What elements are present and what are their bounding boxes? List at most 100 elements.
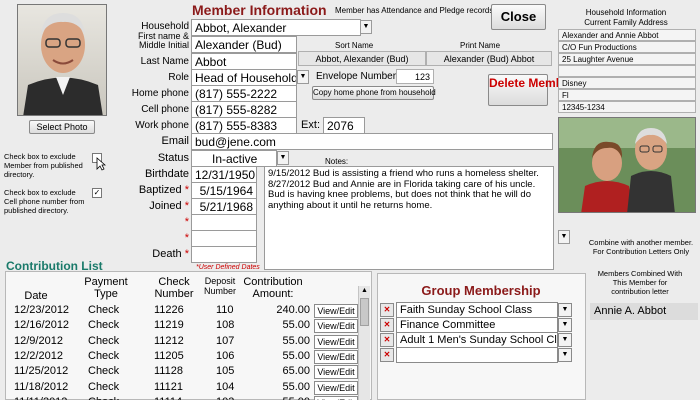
exclude-member-label: Check box to exclude Member from publish…	[4, 152, 83, 179]
scroll-thumb[interactable]	[360, 298, 369, 326]
first-name-label: First name & Middle Initial	[137, 31, 189, 50]
cell-deposit: 110	[216, 304, 234, 316]
view-edit-button[interactable]: View/Edit	[314, 395, 358, 400]
custom-date-2-field[interactable]	[191, 230, 257, 247]
cell-phone-field[interactable]: (817) 555-8282	[191, 101, 297, 118]
joined-field[interactable]: 5/21/1968	[191, 198, 257, 215]
delete-member-button[interactable]: Delete Member	[488, 74, 574, 106]
work-phone-label: Work phone	[135, 120, 189, 131]
baptized-field[interactable]: 5/15/1964	[191, 182, 257, 199]
chevron-down-icon[interactable]: ▼	[558, 318, 572, 332]
group-select[interactable]: Finance Committee	[396, 317, 558, 333]
household-address-line-3: 25 Laughter Avenue	[558, 53, 696, 65]
last-name-label: Last Name	[140, 56, 189, 67]
view-edit-button[interactable]: View/Edit	[314, 319, 358, 334]
table-row: 12/9/2012 Check 11212 107 55.00 View/Edit	[6, 334, 358, 350]
chevron-down-icon[interactable]: ▼	[277, 151, 289, 165]
view-edit-button[interactable]: View/Edit	[314, 365, 358, 380]
household-select[interactable]: Abbot, Alexander	[191, 19, 361, 36]
baptized-label: Baptized *	[115, 184, 189, 196]
view-edit-button[interactable]: View/Edit	[314, 304, 358, 318]
col-payment-type: Payment Type	[84, 276, 128, 300]
chevron-down-icon[interactable]: ▼	[558, 303, 572, 317]
select-photo-button[interactable]: Select Photo	[29, 120, 95, 134]
remove-group-icon[interactable]: ✕	[380, 318, 394, 332]
baptized-text: Baptized	[138, 184, 182, 196]
email-field[interactable]: bud@jene.com	[191, 133, 553, 150]
cell-amount: 65.00	[282, 365, 310, 378]
combined-member-item[interactable]: Annie A. Abbot	[590, 303, 698, 320]
cell-phone-label: Cell phone	[141, 104, 189, 115]
home-phone-field[interactable]: (817) 555-2222	[191, 85, 297, 102]
chevron-down-icon[interactable]: ▼	[297, 70, 309, 84]
combine-dropdown[interactable]: ▼	[558, 230, 570, 244]
scroll-up-icon[interactable]: ▲	[359, 286, 370, 296]
cell-deposit: 103	[216, 396, 234, 400]
household-address-line-5: Disney	[558, 77, 696, 89]
cell-deposit: 104	[216, 380, 235, 393]
remove-group-icon[interactable]: ✕	[380, 348, 394, 362]
chevron-down-icon[interactable]: ▼	[558, 333, 572, 347]
cell-payment-type: Check	[88, 319, 120, 332]
table-row: 11/11/2012 Check 11114 103 55.00 View/Edit	[6, 395, 358, 400]
birthdate-field[interactable]: 12/31/1950	[191, 166, 257, 183]
work-phone-field[interactable]: (817) 555-8383	[191, 117, 297, 134]
print-name-field[interactable]: Alexander (Bud) Abbot	[426, 51, 552, 66]
chevron-down-icon[interactable]: ▼	[360, 20, 372, 34]
role-select[interactable]: Head of Household	[191, 69, 297, 86]
cell-check-number: 11121	[154, 380, 183, 393]
custom-date-1-field[interactable]	[191, 214, 257, 231]
group-select[interactable]	[396, 347, 558, 363]
cell-payment-type: Check	[88, 380, 120, 393]
group-select[interactable]: Adult 1 Men's Sunday School Class	[396, 332, 558, 348]
members-combined-label: Members Combined With This Member for co…	[597, 269, 683, 296]
home-phone-label: Home phone	[131, 88, 189, 99]
ext-label: Ext:	[301, 119, 320, 131]
remove-group-icon[interactable]: ✕	[380, 303, 394, 317]
status-select[interactable]: In-active	[191, 150, 277, 167]
cell-date: 12/9/2012	[14, 334, 63, 347]
birthdate-label: Birthdate	[144, 168, 189, 180]
close-button[interactable]: Close	[491, 4, 546, 30]
cell-date: 12/23/2012	[14, 304, 70, 316]
cell-date: 11/18/2012	[14, 380, 69, 393]
chevron-down-icon[interactable]: ▼	[558, 348, 572, 362]
table-row: 11/18/2012 Check 11121 104 55.00 View/Edit	[6, 380, 358, 396]
copy-home-phone-button[interactable]: Copy home phone from household	[312, 86, 436, 100]
death-text: Death	[152, 248, 182, 260]
col-date: Date	[24, 290, 48, 302]
cell-amount: 55.00	[282, 380, 310, 393]
cell-check-number: 11128	[154, 365, 183, 378]
cell-check-number: 11205	[154, 349, 184, 362]
print-name-label: Print Name	[460, 41, 501, 50]
group-row: ✕ Adult 1 Men's Sunday School Class ▼	[380, 332, 574, 348]
view-edit-button[interactable]: View/Edit	[314, 349, 358, 364]
view-edit-button[interactable]: View/Edit	[314, 334, 358, 349]
envelope-label: Envelope Number	[316, 71, 397, 82]
cell-check-number: 11226	[154, 304, 184, 316]
household-address-line-2: C/O Fun Productions	[558, 41, 696, 53]
cell-amount: 55.00	[282, 334, 310, 347]
ext-field[interactable]: 2076	[323, 117, 365, 134]
cell-payment-type: Check	[88, 396, 119, 400]
col-deposit-number: Deposit Number	[203, 276, 236, 296]
first-name-field[interactable]: Alexander (Bud)	[191, 36, 297, 53]
exclude-cell-checkbox[interactable]: ✓	[92, 188, 102, 198]
combine-label: Combine with another member. For Contrib…	[588, 238, 694, 256]
household-info-title: Household Information	[585, 8, 667, 17]
member-photo	[17, 4, 107, 116]
death-field[interactable]	[191, 246, 257, 263]
table-row: 12/16/2012 Check 11219 108 55.00 View/Edit	[6, 318, 358, 334]
group-select[interactable]: Faith Sunday School Class	[396, 302, 558, 318]
table-row: 12/23/2012 Check 11226 110 240.00 View/Edit	[6, 303, 358, 319]
sort-name-field[interactable]: Abbot, Alexander (Bud)	[298, 51, 426, 66]
view-edit-button[interactable]: View/Edit	[314, 380, 358, 395]
cell-deposit: 106	[216, 349, 235, 362]
contribution-scrollbar[interactable]: ▲	[358, 286, 370, 400]
last-name-field[interactable]: Abbot	[191, 53, 297, 70]
remove-group-icon[interactable]: ✕	[380, 333, 394, 347]
envelope-field[interactable]: 123	[396, 69, 434, 84]
notes-textarea[interactable]: 9/15/2012 Bud is assisting a friend who …	[264, 166, 554, 270]
death-label: Death *	[115, 248, 189, 260]
household-address-line-7: 12345-1234	[558, 101, 696, 113]
